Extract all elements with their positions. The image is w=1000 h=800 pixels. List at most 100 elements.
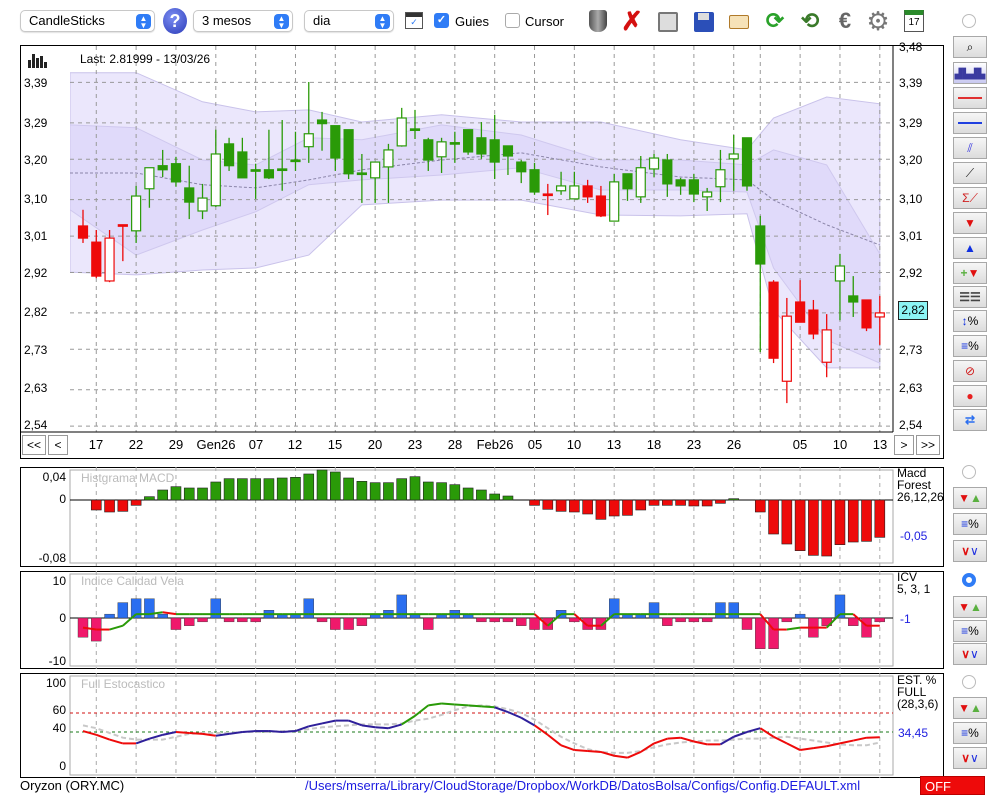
- candle-body: [210, 153, 221, 207]
- macd-bar: [422, 481, 434, 501]
- price-label-right: 3,20: [899, 153, 923, 167]
- macd-bar: [555, 499, 567, 512]
- icv-bar: [715, 602, 726, 619]
- stochastic-k-segment: [813, 745, 827, 750]
- stochastic-k-segment: [202, 732, 216, 737]
- stochastic-k-segment: [733, 731, 748, 738]
- icv-bar: [316, 617, 328, 623]
- icv-bar: [356, 617, 368, 626]
- stochastic-k-segment: [693, 740, 708, 746]
- icv-current-value: -1: [900, 612, 911, 626]
- x-axis-label: 12: [287, 437, 303, 452]
- x-axis-label: 15: [327, 437, 343, 452]
- macd-bar: [608, 499, 620, 517]
- stochastic-current-value: 34,45: [898, 726, 929, 740]
- price-label-right: 3,29: [899, 116, 923, 130]
- x-axis-label: Feb26: [476, 437, 514, 452]
- icv-bar: [502, 617, 514, 623]
- macd-panel-title: Histgrama MACD: [81, 471, 175, 485]
- stochastic-k-segment: [308, 722, 323, 728]
- candle-body: [370, 161, 381, 179]
- candle-body: [688, 179, 699, 195]
- macd-bar: [476, 489, 487, 501]
- price-label-right: 2,63: [899, 381, 923, 395]
- icv-signal-segment: [786, 626, 801, 631]
- candle-body: [250, 169, 261, 172]
- price-label-right: 3,10: [899, 192, 923, 206]
- macd-bar: [675, 499, 686, 506]
- icv-bar: [197, 617, 208, 623]
- candle-body: [330, 125, 341, 159]
- price-label-right: 2,73: [899, 343, 923, 357]
- icv-bar: [529, 617, 540, 630]
- icv-bar: [516, 617, 527, 626]
- price-label-left: 3,01: [24, 229, 48, 243]
- stochastic-k-segment: [228, 731, 243, 735]
- macd-bar: [834, 499, 846, 545]
- candle-body: [741, 137, 753, 187]
- macd-bar: [117, 499, 129, 512]
- price-label-left: 2,63: [24, 381, 48, 395]
- stochastic-k-segment: [189, 731, 203, 735]
- stochastic-k-segment: [799, 747, 814, 752]
- stochastic-k-segment: [282, 730, 296, 733]
- x-axis-label: 23: [686, 437, 702, 452]
- candle-body: [834, 265, 846, 282]
- candle-body: [197, 197, 208, 212]
- candle-body: [768, 281, 779, 359]
- macd-bar: [622, 499, 633, 516]
- macd-bar: [276, 477, 288, 501]
- x-axis-label: 13: [872, 437, 888, 452]
- macd-bar: [728, 498, 740, 501]
- icv-bar: [861, 617, 872, 638]
- icv-bar: [701, 617, 713, 623]
- icv-bar: [794, 613, 806, 619]
- macd-bar: [821, 499, 832, 557]
- macd-bar: [237, 478, 248, 501]
- main-plot: [70, 46, 893, 432]
- macd-bar: [130, 499, 142, 506]
- macd-bar: [794, 499, 806, 551]
- macd-legend: Macd Forest 26,12,26: [897, 467, 944, 503]
- x-axis-label: 07: [248, 437, 264, 452]
- macd-bar: [768, 499, 779, 535]
- stochastic-k-segment: [242, 730, 256, 733]
- icv-bar: [104, 613, 115, 619]
- candle-body: [781, 315, 792, 382]
- chart-bars-icon[interactable]: [28, 52, 48, 68]
- legend-line: 26,12,26: [897, 490, 944, 504]
- icv-bar: [423, 617, 434, 630]
- candle-body: [237, 151, 248, 179]
- icv-bar: [157, 613, 168, 619]
- candle-body: [449, 142, 460, 145]
- x-axis-label: 05: [527, 437, 543, 452]
- candle-body: [277, 168, 288, 172]
- legend-line: (28,3,6): [897, 697, 939, 711]
- stochastic-k-segment: [414, 704, 429, 717]
- stochastic-k-segment: [468, 704, 482, 708]
- candle-body: [635, 167, 646, 198]
- x-axis-label: 10: [566, 437, 582, 452]
- macd-bar: [316, 469, 328, 501]
- y-tick-label: 10: [52, 574, 66, 588]
- macd-bar: [436, 482, 447, 501]
- macd-bar: [489, 493, 500, 501]
- icv-bar: [848, 617, 859, 626]
- macd-bar: [144, 496, 155, 501]
- macd-bar: [542, 499, 554, 510]
- icv-bar: [250, 617, 261, 623]
- y-tick-label: 100: [45, 676, 66, 690]
- candle-body: [609, 181, 620, 222]
- icv-bar: [117, 602, 129, 619]
- macd-bar: [197, 487, 208, 501]
- macd-bar: [781, 499, 793, 545]
- icv-legend: ICV 5, 3, 1: [897, 571, 930, 595]
- macd-bar: [582, 499, 593, 515]
- stochastic-k-segment: [215, 732, 230, 737]
- candle-body: [489, 139, 500, 163]
- stochastic-k-segment: [375, 726, 389, 730]
- candle-body: [648, 157, 660, 170]
- macd-bar: [595, 499, 607, 520]
- macd-bar: [396, 478, 408, 501]
- icv-bar: [184, 617, 195, 626]
